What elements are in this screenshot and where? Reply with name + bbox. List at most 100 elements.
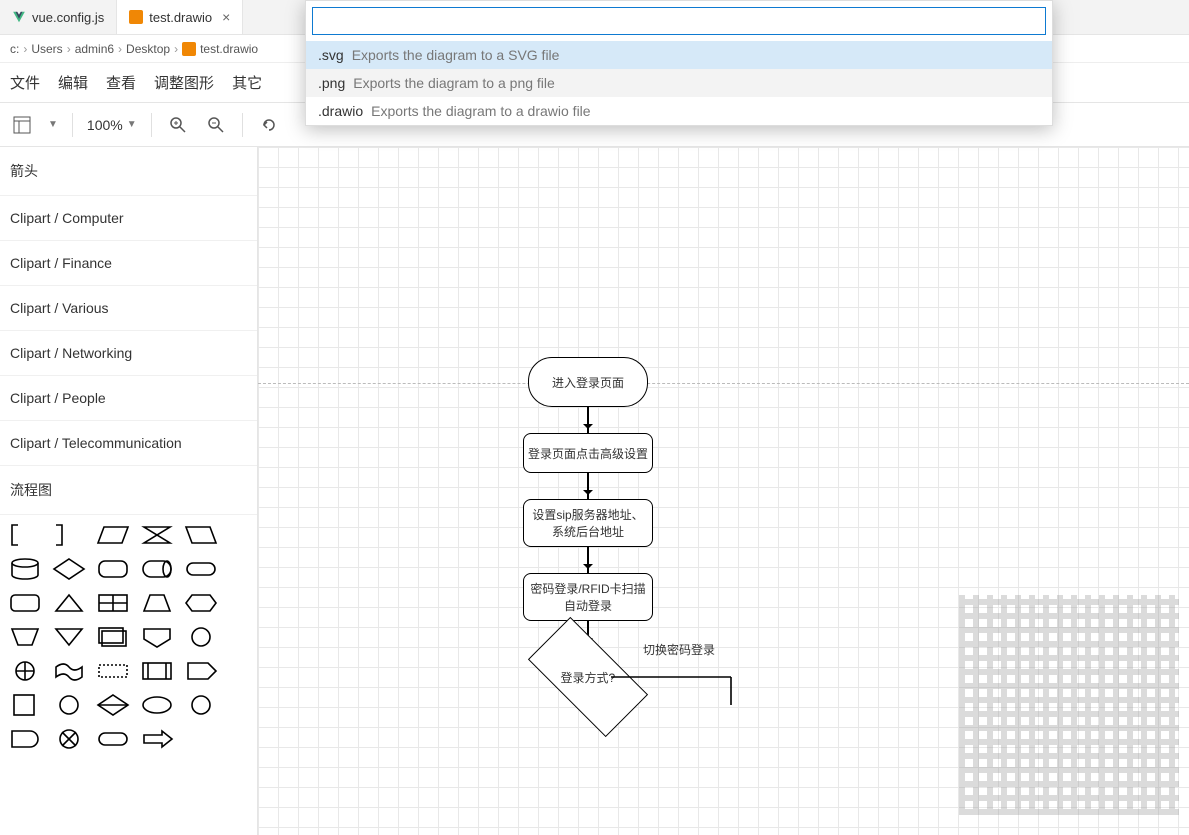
- flowchart-process-node[interactable]: 密码登录/RFID卡扫描自动登录: [523, 573, 653, 621]
- command-option-drawio[interactable]: .drawio Exports the diagram to a drawio …: [306, 97, 1052, 125]
- chevron-right-icon: ›: [118, 42, 122, 56]
- shape-shield[interactable]: [138, 623, 176, 651]
- menu-arrange[interactable]: 调整图形: [154, 72, 214, 93]
- menu-view[interactable]: 查看: [106, 72, 136, 93]
- zoom-out-icon[interactable]: [204, 113, 228, 137]
- command-key: .png: [318, 75, 345, 91]
- breadcrumb-item[interactable]: test.drawio: [200, 42, 258, 56]
- separator: [242, 113, 243, 137]
- flowchart-branch-connector: [611, 675, 741, 715]
- undo-icon[interactable]: [257, 113, 281, 137]
- node-label: 登录页面点击高级设置: [528, 445, 648, 462]
- shape-circle-x[interactable]: [50, 725, 88, 753]
- flowchart-arrow: [587, 547, 589, 573]
- shape-hexagon[interactable]: [182, 589, 220, 617]
- breadcrumb-item[interactable]: Desktop: [126, 42, 170, 56]
- separator: [72, 113, 73, 137]
- command-key: .svg: [318, 47, 344, 63]
- tab-vue-config[interactable]: vue.config.js: [0, 0, 117, 34]
- shape-split-rect[interactable]: [94, 589, 132, 617]
- page-boundary-line: [258, 383, 1189, 384]
- flowchart-arrow: [587, 407, 589, 433]
- zoom-value: 100%: [87, 117, 123, 133]
- shape-trapezoid[interactable]: [138, 589, 176, 617]
- shape-multi-doc[interactable]: [94, 623, 132, 651]
- shape-hourglass[interactable]: [138, 521, 176, 549]
- flowchart-diagram: 进入登录页面 登录页面点击高级设置 设置sip服务器地址、系统后台地址 密码登录…: [518, 357, 658, 707]
- shape-triangle[interactable]: [50, 589, 88, 617]
- shape-bracket-close[interactable]: [50, 521, 88, 549]
- breadcrumb-item[interactable]: Users: [31, 42, 62, 56]
- close-icon[interactable]: ×: [222, 9, 230, 25]
- flowchart-arrow: [587, 473, 589, 499]
- flowchart-process-node[interactable]: 设置sip服务器地址、系统后台地址: [523, 499, 653, 547]
- shape-punched-tape[interactable]: [50, 657, 88, 685]
- command-option-png[interactable]: .png Exports the diagram to a png file: [306, 69, 1052, 97]
- shape-predefined[interactable]: [138, 657, 176, 685]
- command-input[interactable]: [312, 7, 1046, 35]
- shape-diamond-split[interactable]: [94, 691, 132, 719]
- shape-dotted-rect[interactable]: [94, 657, 132, 685]
- command-desc: Exports the diagram to a drawio file: [371, 103, 590, 119]
- menu-edit[interactable]: 编辑: [58, 72, 88, 93]
- node-label: 登录方式?: [561, 669, 616, 686]
- chevron-right-icon: ›: [174, 42, 178, 56]
- shape-diamond[interactable]: [50, 555, 88, 583]
- shape-circle-cross[interactable]: [6, 657, 44, 685]
- shape-triangle-down[interactable]: [50, 623, 88, 651]
- chevron-down-icon[interactable]: ▼: [48, 119, 58, 130]
- shape-circle[interactable]: [182, 623, 220, 651]
- sidebar-category-clipart-computer[interactable]: Clipart / Computer: [0, 196, 257, 241]
- tab-label: test.drawio: [149, 10, 212, 25]
- command-option-svg[interactable]: .svg Exports the diagram to a SVG file: [306, 41, 1052, 69]
- command-palette: .svg Exports the diagram to a SVG file .…: [305, 0, 1053, 126]
- shapes-sidebar: 箭头 Clipart / Computer Clipart / Finance …: [0, 147, 258, 835]
- tab-test-drawio[interactable]: test.drawio ×: [117, 0, 243, 34]
- flowchart-process-node[interactable]: 登录页面点击高级设置: [523, 433, 653, 473]
- sidebar-category-clipart-networking[interactable]: Clipart / Networking: [0, 331, 257, 376]
- layout-icon[interactable]: [10, 113, 34, 137]
- shape-drum[interactable]: [138, 555, 176, 583]
- tab-label: vue.config.js: [32, 10, 104, 25]
- sidebar-category-clipart-various[interactable]: Clipart / Various: [0, 286, 257, 331]
- shape-square[interactable]: [6, 691, 44, 719]
- shape-circle3[interactable]: [182, 691, 220, 719]
- chevron-down-icon: ▼: [127, 119, 137, 130]
- chevron-right-icon: ›: [23, 42, 27, 56]
- shape-pentagon-right[interactable]: [182, 657, 220, 685]
- shape-ellipse[interactable]: [138, 691, 176, 719]
- breadcrumb-item[interactable]: c:: [10, 42, 19, 56]
- sidebar-category-clipart-telecom[interactable]: Clipart / Telecommunication: [0, 421, 257, 466]
- menu-extras[interactable]: 其它: [232, 72, 262, 93]
- breadcrumb-item[interactable]: admin6: [75, 42, 114, 56]
- command-list: .svg Exports the diagram to a SVG file .…: [306, 41, 1052, 125]
- zoom-in-icon[interactable]: [166, 113, 190, 137]
- shape-stadium[interactable]: [182, 555, 220, 583]
- zoom-combo[interactable]: 100% ▼: [87, 117, 137, 133]
- shape-arrow-right[interactable]: [138, 725, 176, 753]
- sidebar-category-arrows[interactable]: 箭头: [0, 147, 257, 196]
- flowchart-shapes-grid: [0, 515, 257, 759]
- sidebar-category-clipart-people[interactable]: Clipart / People: [0, 376, 257, 421]
- sidebar-category-flowchart[interactable]: 流程图: [0, 466, 257, 515]
- shape-parallelogram[interactable]: [94, 521, 132, 549]
- menu-file[interactable]: 文件: [10, 72, 40, 93]
- shape-bracket-open[interactable]: [6, 521, 44, 549]
- shape-terminal[interactable]: [94, 725, 132, 753]
- shape-rounded-rect2[interactable]: [6, 589, 44, 617]
- command-key: .drawio: [318, 103, 363, 119]
- sidebar-category-clipart-finance[interactable]: Clipart / Finance: [0, 241, 257, 286]
- chevron-right-icon: ›: [67, 42, 71, 56]
- command-desc: Exports the diagram to a SVG file: [352, 47, 560, 63]
- shape-delay[interactable]: [6, 725, 44, 753]
- flowchart-start-node[interactable]: 进入登录页面: [528, 357, 648, 407]
- vue-icon: [12, 10, 26, 24]
- drawio-icon: [182, 42, 196, 56]
- shape-parallelogram-right[interactable]: [182, 521, 220, 549]
- shape-cylinder[interactable]: [6, 555, 44, 583]
- separator: [151, 113, 152, 137]
- shape-rounded-rect[interactable]: [94, 555, 132, 583]
- flowchart-branch-label: 切换密码登录: [643, 641, 715, 658]
- shape-circle2[interactable]: [50, 691, 88, 719]
- shape-trapezoid-inv[interactable]: [6, 623, 44, 651]
